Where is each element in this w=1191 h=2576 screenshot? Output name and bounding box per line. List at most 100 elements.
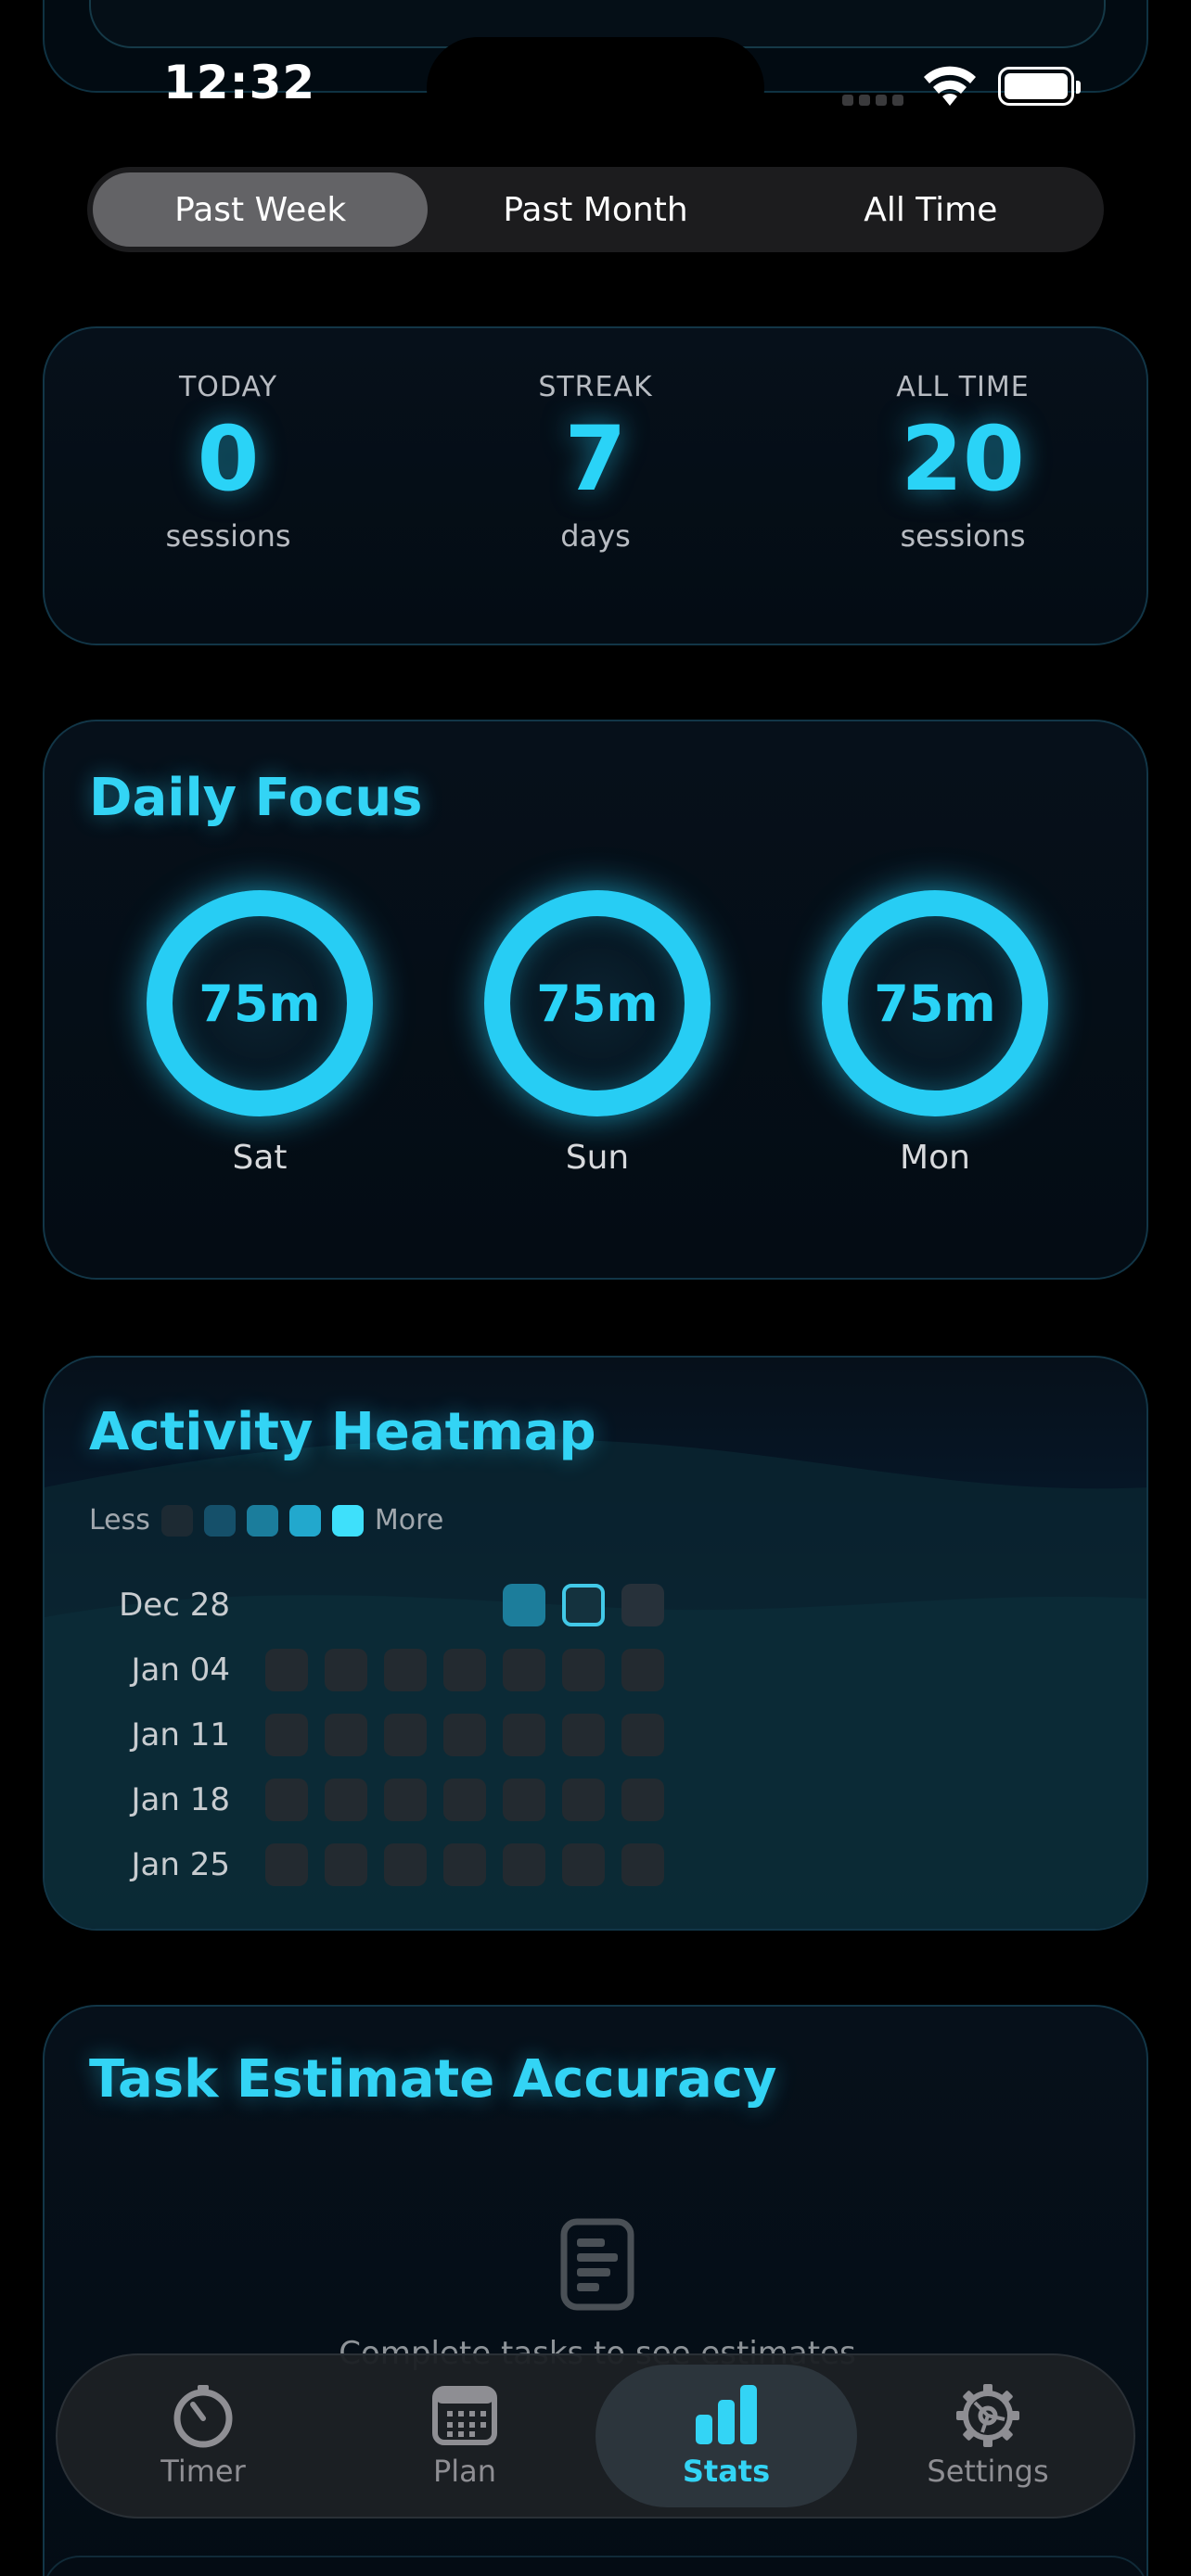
heatmap-week-row: Jan 11	[89, 1714, 664, 1756]
tab-plan[interactable]: Plan	[334, 2365, 596, 2507]
calendar-icon	[432, 2386, 497, 2445]
battery-icon	[998, 67, 1081, 106]
heatmap-week-row: Dec 28	[89, 1584, 664, 1626]
summary-unit: sessions	[900, 517, 1026, 554]
heatmap-cell[interactable]	[443, 1714, 486, 1756]
week-label: Jan 11	[131, 1716, 230, 1753]
heatmap-cell[interactable]	[325, 1714, 367, 1756]
summary-today: TODAY 0 sessions	[45, 328, 412, 644]
dynamic-island	[427, 37, 764, 139]
summary-label: TODAY	[178, 371, 278, 403]
gear-icon	[956, 2384, 1019, 2447]
focus-ring-value: 75m	[536, 974, 659, 1033]
heatmap-cell[interactable]	[384, 1649, 427, 1691]
heatmap-cell[interactable]	[503, 1843, 545, 1886]
heatmap-cell[interactable]	[503, 1714, 545, 1756]
summary-value: 20	[901, 407, 1025, 511]
legend-less-label: Less	[89, 1504, 150, 1537]
timer-icon	[173, 2385, 233, 2448]
segment-past-week[interactable]: Past Week	[93, 172, 429, 247]
summary-label: STREAK	[538, 371, 653, 403]
week-label: Jan 18	[131, 1781, 230, 1818]
focus-ring: 75m	[822, 890, 1048, 1116]
focus-ring-item[interactable]: 75m Mon	[805, 890, 1065, 1187]
focus-ring-item[interactable]: 75m Sun	[467, 890, 727, 1187]
legend-more-label: More	[374, 1504, 444, 1537]
heatmap-cell[interactable]	[265, 1714, 308, 1756]
legend-cell	[160, 1504, 193, 1537]
task-estimate-title: Task Estimate Accuracy	[89, 2049, 777, 2110]
heatmap-week-row: Jan 25	[89, 1843, 664, 1886]
summary-value: 7	[564, 407, 627, 511]
week-label: Jan 25	[131, 1846, 230, 1883]
tab-timer[interactable]: Timer	[72, 2365, 334, 2507]
heatmap-cell[interactable]	[325, 1843, 367, 1886]
heatmap-cell[interactable]	[562, 1843, 605, 1886]
tab-bar: Timer Plan Stats Settings	[56, 2353, 1135, 2519]
heatmap-cell-empty	[443, 1584, 486, 1626]
wifi-icon	[924, 66, 976, 106]
focus-ring-item[interactable]: 75m Sat	[130, 890, 390, 1187]
legend-cell	[203, 1504, 236, 1537]
heatmap-cell[interactable]	[384, 1714, 427, 1756]
legend-cell	[331, 1504, 364, 1537]
tab-settings[interactable]: Settings	[857, 2365, 1119, 2507]
segment-past-month[interactable]: Past Month	[428, 172, 762, 247]
summary-value: 0	[197, 407, 260, 511]
focus-ring-value: 75m	[874, 974, 996, 1033]
tab-label: Settings	[927, 2454, 1049, 2489]
status-time: 12:32	[163, 56, 316, 109]
segment-all-time[interactable]: All Time	[763, 172, 1098, 247]
activity-heatmap-card: Activity Heatmap Less More Dec 28 Jan 04	[43, 1356, 1148, 1931]
focus-ring: 75m	[147, 890, 373, 1116]
heatmap-cell[interactable]	[503, 1584, 545, 1626]
heatmap-cell[interactable]	[621, 1779, 664, 1821]
tab-stats[interactable]: Stats	[596, 2365, 857, 2507]
heatmap-cell[interactable]	[384, 1843, 427, 1886]
heatmap-cell-empty	[265, 1584, 308, 1626]
heatmap-cell[interactable]	[384, 1779, 427, 1821]
week-label: Jan 04	[131, 1651, 230, 1689]
time-range-segmented-control: Past Week Past Month All Time	[87, 167, 1104, 252]
heatmap-cell[interactable]	[325, 1779, 367, 1821]
focus-ring: 75m	[484, 890, 711, 1116]
activity-heatmap-title: Activity Heatmap	[89, 1402, 596, 1462]
heatmap-cell[interactable]	[503, 1649, 545, 1691]
heatmap-cell[interactable]	[621, 1843, 664, 1886]
daily-focus-card: Daily Focus 75m Sat 75m Sun 75m Mon	[43, 720, 1148, 1280]
heatmap-cell[interactable]	[562, 1779, 605, 1821]
summary-unit: days	[560, 517, 631, 554]
week-label: Dec 28	[119, 1587, 230, 1624]
heatmap-cell-today[interactable]	[562, 1584, 605, 1626]
tab-label: Timer	[160, 2454, 246, 2489]
summary-all-time: ALL TIME 20 sessions	[779, 328, 1146, 644]
heatmap-cell[interactable]	[443, 1649, 486, 1691]
tab-label: Plan	[432, 2454, 497, 2489]
focus-ring-value: 75m	[198, 974, 321, 1033]
heatmap-cell[interactable]	[621, 1584, 664, 1626]
heatmap-cell[interactable]	[443, 1779, 486, 1821]
heatmap-cell[interactable]	[562, 1649, 605, 1691]
heatmap-cell[interactable]	[265, 1843, 308, 1886]
heatmap-cell[interactable]	[503, 1779, 545, 1821]
heatmap-cell[interactable]	[265, 1649, 308, 1691]
heatmap-week-row: Jan 04	[89, 1649, 664, 1691]
daily-focus-title: Daily Focus	[89, 768, 423, 828]
heatmap-legend: Less More	[89, 1504, 443, 1537]
heatmap-cell[interactable]	[265, 1779, 308, 1821]
heatmap-cell[interactable]	[621, 1714, 664, 1756]
heatmap-cell[interactable]	[443, 1843, 486, 1886]
heatmap-cell[interactable]	[621, 1649, 664, 1691]
focus-ring-day: Mon	[900, 1139, 970, 1177]
heatmap-cell[interactable]	[562, 1714, 605, 1756]
heatmap-cell-empty	[384, 1584, 427, 1626]
legend-cell	[288, 1504, 321, 1537]
next-card-partial	[43, 2556, 1148, 2576]
summary-unit: sessions	[165, 517, 291, 554]
summary-label: ALL TIME	[896, 371, 1030, 403]
heatmap-cell[interactable]	[325, 1649, 367, 1691]
bar-chart-icon	[696, 2385, 757, 2444]
document-list-icon	[560, 2218, 634, 2311]
focus-rings: 75m Sat 75m Sun 75m Mon	[91, 890, 1104, 1187]
heatmap-cell-empty	[325, 1584, 367, 1626]
